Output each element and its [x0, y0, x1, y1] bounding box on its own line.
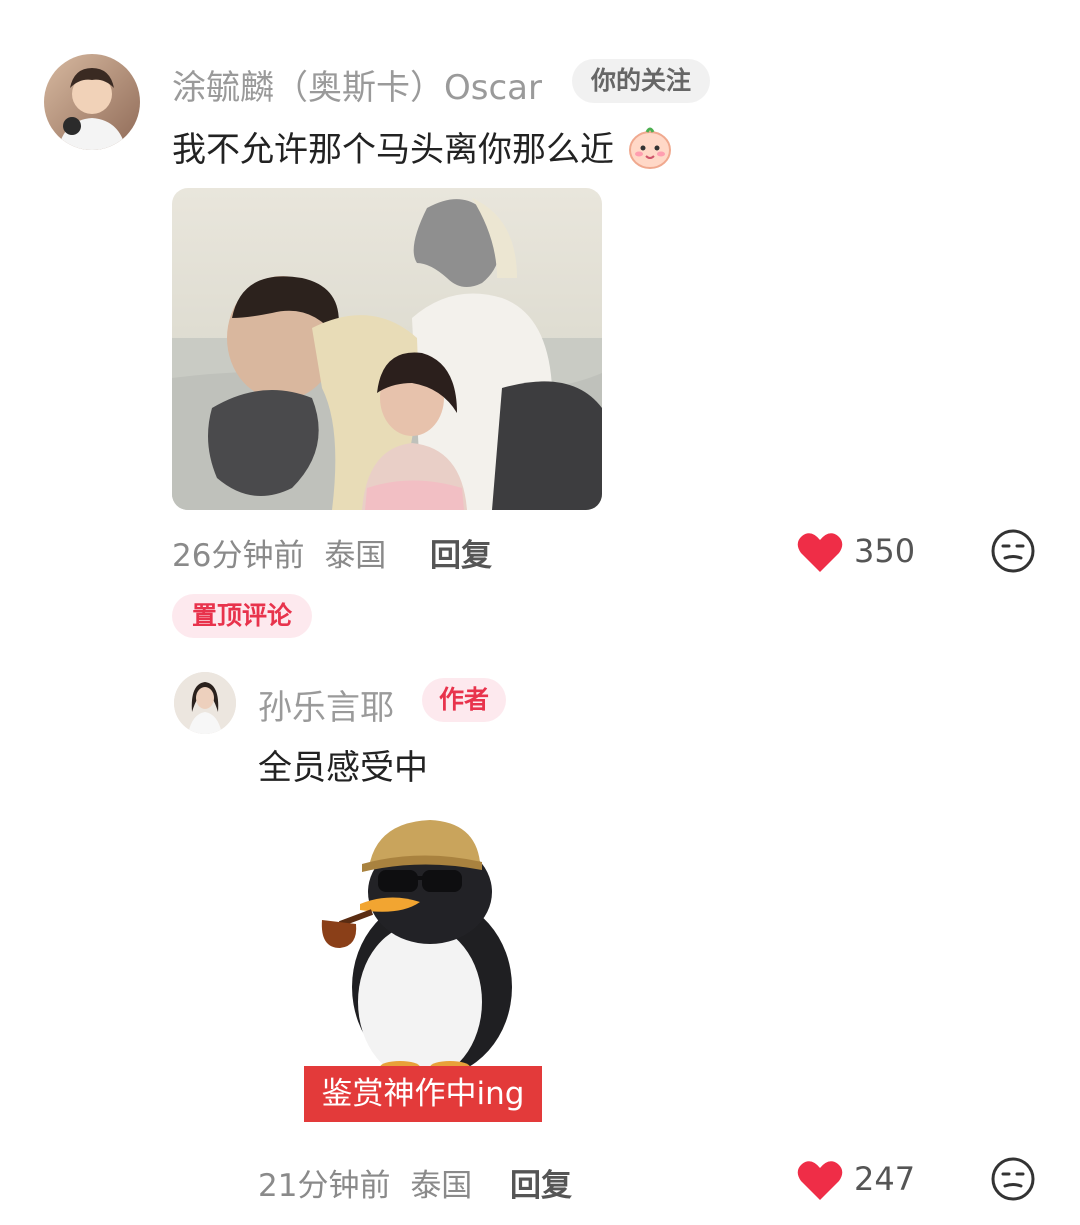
avatar-oscar-image — [58, 68, 126, 150]
comment2-dislike-button[interactable] — [990, 1156, 1036, 1202]
username-oscar[interactable]: 涂毓麟（奥斯卡）Oscar — [172, 60, 542, 109]
sticker-caption: 鉴赏神作中ing — [304, 1066, 542, 1122]
comment-text: 我不允许那个马头离你那么近 — [172, 122, 673, 179]
comment1-dislike-button[interactable] — [990, 528, 1036, 574]
comment2-location: 泰国 — [410, 1168, 473, 1204]
comment-text-content: 我不允许那个马头离你那么近 — [172, 130, 614, 170]
heart-filled-icon — [797, 1161, 843, 1200]
comment-image[interactable] — [172, 188, 602, 510]
comment2-time: 21分钟前 — [258, 1168, 391, 1204]
avatar-oscar[interactable] — [44, 54, 140, 150]
comment1-like-button[interactable] — [796, 530, 844, 574]
comment1-time: 26分钟前 — [172, 538, 305, 574]
reply-text: 全员感受中 — [258, 748, 428, 788]
comment1-location: 泰国 — [324, 538, 387, 574]
comment2-meta: 21分钟前 泰国 — [258, 1160, 472, 1205]
comment1-meta: 26分钟前 泰国 — [172, 530, 386, 575]
following-badge: 你的关注 — [572, 59, 710, 103]
avatar-sunleyanye-image — [174, 672, 236, 734]
meh-face-icon — [991, 529, 1035, 573]
comment1-like-count: 350 — [854, 532, 916, 570]
pinned-comment-badge: 置顶评论 — [172, 594, 312, 638]
detective-penguin-icon — [321, 820, 512, 1080]
meh-face-icon — [991, 1157, 1035, 1201]
author-badge: 作者 — [422, 678, 506, 722]
comment2-like-button[interactable] — [796, 1158, 844, 1202]
heart-filled-icon — [797, 533, 843, 572]
comment2-like-count: 247 — [854, 1160, 916, 1198]
horse-photo-illustration — [172, 198, 602, 510]
penguin-sticker[interactable]: 鉴赏神作中ing — [300, 812, 550, 1132]
comment1-reply-button[interactable]: 回复 — [430, 530, 492, 575]
avatar-sunleyanye[interactable] — [174, 672, 236, 734]
comment2-reply-button[interactable]: 回复 — [510, 1160, 572, 1205]
baby-face-emoji-icon — [627, 124, 673, 179]
username-sunleyanye[interactable]: 孙乐言耶 — [258, 680, 394, 729]
